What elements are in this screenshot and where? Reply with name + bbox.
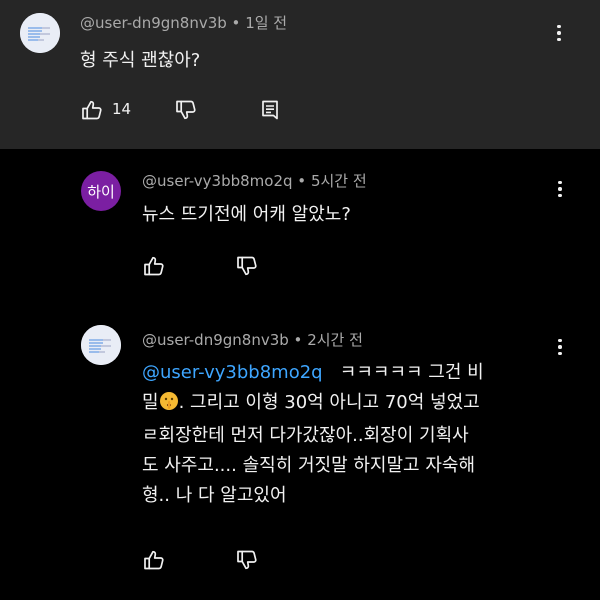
meta-separator: • <box>297 172 307 190</box>
top-comment: @user-dn9gn8nv3b • 1일 전 형 주식 괜찮아? 14 <box>0 0 600 149</box>
reply-line: 밀 . 그리고 이형 30억 아니고 70억 넣었고 <box>142 388 562 421</box>
reply-line: 형.. 나 다 알고있어 <box>142 485 287 506</box>
like-count: 14 <box>112 100 132 118</box>
reply-text-part: ㅋㅋㅋㅋㅋ 그건 비 <box>339 362 484 383</box>
author-name[interactable]: @user-dn9gn8nv3b <box>142 331 289 349</box>
comment-header: @user-dn9gn8nv3b • 1일 전 <box>80 12 287 33</box>
like-button[interactable] <box>78 96 106 124</box>
reply-time[interactable]: 5시간 전 <box>311 172 367 190</box>
thumbs-up-icon <box>80 98 104 122</box>
author-name[interactable]: @user-vy3bb8mo2q <box>142 172 293 190</box>
dislike-button[interactable] <box>172 96 200 124</box>
comment-text: 형 주식 괜찮아? <box>80 50 201 71</box>
thumbs-down-icon <box>174 98 198 122</box>
reply-header: @user-dn9gn8nv3b • 2시간 전 <box>142 329 363 350</box>
more-vert-icon[interactable] <box>552 335 568 359</box>
comment-time[interactable]: 1일 전 <box>245 14 287 32</box>
like-button[interactable] <box>140 252 168 280</box>
shushing-face-icon <box>159 391 179 421</box>
meta-separator: • <box>293 331 303 349</box>
meta-separator: • <box>231 14 241 32</box>
dislike-button[interactable] <box>233 546 261 574</box>
thumbs-up-icon <box>142 548 166 572</box>
reply-line: @user-vy3bb8mo2q ㅋㅋㅋㅋㅋ 그건 비 <box>142 358 562 388</box>
reply-thread: 하이 @user-vy3bb8mo2q • 5시간 전 뉴스 뜨기전에 어캐 알… <box>0 149 600 600</box>
reply-text: 뉴스 뜨기전에 어캐 알았노? <box>142 204 351 225</box>
more-vert-icon[interactable] <box>552 177 568 201</box>
mention-link[interactable]: @user-vy3bb8mo2q <box>142 362 323 383</box>
thumbs-up-icon <box>142 254 166 278</box>
more-vert-icon[interactable] <box>551 21 567 45</box>
author-name[interactable]: @user-dn9gn8nv3b <box>80 14 227 32</box>
dislike-button[interactable] <box>233 252 261 280</box>
thumbs-down-icon <box>235 254 259 278</box>
reply-text-part: 밀 <box>142 392 159 413</box>
reply-line: 도 사주고.... 솔직히 거짓말 하지말고 자숙해 <box>142 455 476 476</box>
reply-avatar[interactable] <box>81 325 121 365</box>
reply-icon <box>258 98 282 122</box>
commenter-avatar[interactable] <box>20 13 60 53</box>
reply-avatar[interactable]: 하이 <box>81 171 121 211</box>
reply-time[interactable]: 2시간 전 <box>307 331 363 349</box>
reply-text-part: . 그리고 이형 30억 아니고 70억 넣었고 <box>178 392 480 413</box>
like-button[interactable] <box>140 546 168 574</box>
thumbs-down-icon <box>235 548 259 572</box>
reply-text: @user-vy3bb8mo2q ㅋㅋㅋㅋㅋ 그건 비 밀 . 그리고 이형 30… <box>142 358 562 511</box>
reply-button[interactable] <box>256 96 284 124</box>
reply-line: ㄹ회장한테 먼저 다가갔잖아..회장이 기획사 <box>142 425 469 446</box>
reply-header: @user-vy3bb8mo2q • 5시간 전 <box>142 170 367 191</box>
